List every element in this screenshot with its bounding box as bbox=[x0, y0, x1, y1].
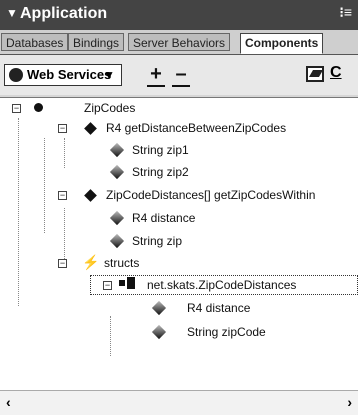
chevron-down-icon: ▼ bbox=[103, 68, 115, 82]
panel-title: Application bbox=[20, 5, 108, 22]
collapse-arrow-icon[interactable]: ▼ bbox=[6, 6, 18, 20]
scroll-left-icon[interactable]: ‹ bbox=[6, 394, 11, 410]
tree-item-label: String zip1 bbox=[132, 143, 189, 157]
tab-bindings[interactable]: Bindings bbox=[68, 33, 125, 51]
tree-item-selected[interactable]: − net.skats.ZipCodeDistances bbox=[90, 275, 358, 295]
tab-bar: Databases Bindings Server Behaviors Comp… bbox=[0, 30, 358, 55]
scroll-right-icon[interactable]: › bbox=[347, 394, 352, 410]
components-toolbar: Web Services ▼ + – C bbox=[0, 55, 358, 95]
tree-item-label: String zipCode bbox=[187, 325, 266, 339]
tree-item[interactable]: String zip bbox=[4, 232, 304, 250]
tree-item-label: R4 distance bbox=[187, 301, 251, 315]
collapse-icon[interactable]: − bbox=[12, 104, 21, 113]
tab-server-behaviors[interactable]: Server Behaviors bbox=[128, 33, 231, 51]
parameter-icon bbox=[109, 164, 125, 180]
tree-item-label: structs bbox=[104, 256, 140, 270]
component-type-select[interactable]: Web Services ▼ bbox=[4, 64, 122, 86]
panel-options-icon[interactable]: ⁝≡ bbox=[339, 4, 352, 21]
parameter-icon bbox=[151, 300, 167, 316]
tree-item-label: net.skats.ZipCodeDistances bbox=[147, 278, 297, 292]
tree-item-label: R4 distance bbox=[132, 211, 196, 225]
horizontal-scrollbar[interactable]: ‹ › bbox=[0, 390, 358, 415]
parameter-icon bbox=[109, 142, 125, 158]
method-icon bbox=[84, 189, 97, 202]
panel-titlebar[interactable]: ▼ Application ⁝≡ bbox=[0, 0, 358, 30]
struct-icon-part bbox=[127, 277, 135, 289]
tree-item[interactable]: − R4 getDistanceBetweenZipCodes bbox=[4, 119, 358, 137]
remove-button[interactable]: – bbox=[172, 64, 190, 87]
tree-item-label: R4 getDistanceBetweenZipCodes bbox=[106, 121, 287, 135]
tree-item[interactable]: R4 distance bbox=[4, 209, 304, 227]
collapse-icon[interactable]: − bbox=[58, 124, 67, 133]
component-tree[interactable]: − ZipCodes − R4 getDistanceBetweenZipCod… bbox=[0, 97, 358, 390]
toolbar-trailing-text[interactable]: C bbox=[330, 64, 342, 82]
tree-item[interactable]: String zip2 bbox=[4, 163, 304, 181]
tree-item-label: ZipCodes bbox=[84, 101, 136, 115]
tree-item[interactable]: − ZipCodeDistances[] getZipCodesWithin bbox=[4, 186, 358, 204]
globe-icon bbox=[34, 103, 43, 112]
tree-item-label: String zip2 bbox=[132, 165, 189, 179]
tab-databases[interactable]: Databases bbox=[1, 33, 69, 51]
parameter-icon bbox=[109, 233, 125, 249]
collapse-icon[interactable]: − bbox=[58, 259, 67, 268]
tree-item[interactable]: − ⚡ structs bbox=[4, 254, 304, 272]
tab-components[interactable]: Components bbox=[240, 33, 324, 54]
parameter-icon bbox=[151, 324, 167, 340]
tree-item[interactable]: String zip1 bbox=[4, 141, 304, 159]
tree-item[interactable]: − ZipCodes bbox=[4, 99, 204, 117]
component-type-value: Web Services bbox=[27, 67, 112, 82]
add-button[interactable]: + bbox=[147, 64, 165, 87]
collapse-icon[interactable]: − bbox=[103, 281, 112, 290]
globe-icon bbox=[9, 68, 23, 82]
tree-item-label: String zip bbox=[132, 234, 183, 248]
edit-icon[interactable] bbox=[306, 66, 324, 82]
parameter-icon bbox=[109, 210, 125, 226]
struct-icon bbox=[119, 280, 125, 286]
tree-item[interactable]: R4 distance bbox=[4, 299, 304, 317]
tree-item-label: ZipCodeDistances[] getZipCodesWithin bbox=[106, 188, 316, 202]
collapse-icon[interactable]: − bbox=[58, 191, 67, 200]
tree-item[interactable]: String zipCode bbox=[4, 323, 304, 341]
struct-folder-icon: ⚡ bbox=[82, 254, 100, 270]
method-icon bbox=[84, 122, 97, 135]
